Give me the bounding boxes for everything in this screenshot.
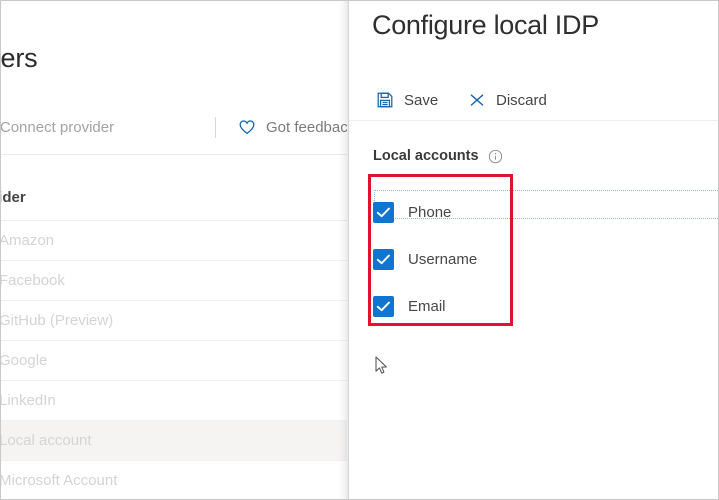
page-title: roviders <box>1 43 38 73</box>
checkbox-label: Username <box>408 251 478 268</box>
local-account-checkbox-row[interactable]: Username <box>373 236 653 283</box>
checkbox-label: Email <box>408 298 446 315</box>
background-command-bar: w OpenID Connect provider Got feedbac <box>1 112 347 155</box>
discard-label: Discard <box>496 91 547 109</box>
provider-list-item[interactable]: Google <box>1 341 347 381</box>
local-accounts-section-label: Local accounts <box>373 148 503 164</box>
local-account-checkbox-row[interactable]: Phone <box>373 189 653 236</box>
local-account-checkbox-row[interactable]: Email <box>373 283 653 330</box>
provider-name: Amazon <box>1 232 55 249</box>
provider-list-item[interactable]: Local account <box>1 421 347 461</box>
checkbox-checked-icon[interactable] <box>373 296 394 317</box>
provider-list: Amazon Facebook GitHub (Preview) Google Link… <box>1 221 347 499</box>
new-openid-connect-provider-button[interactable]: w OpenID Connect provider <box>1 119 114 136</box>
background-page: roviders w OpenID Connect provider Got f… <box>1 1 347 499</box>
provider-name: Facebook <box>1 272 65 289</box>
blade-command-bar: Save Discard <box>349 81 718 121</box>
provider-list-header: ity provider <box>1 189 26 206</box>
provider-name: Local account <box>1 432 92 449</box>
section-label-text: Local accounts <box>373 148 479 164</box>
discard-button[interactable]: Discard <box>463 84 551 116</box>
provider-list-item[interactable]: Amazon <box>1 221 347 261</box>
screenshot-root: roviders w OpenID Connect provider Got f… <box>0 0 719 500</box>
save-label: Save <box>404 91 439 109</box>
save-floppy-icon <box>375 90 395 110</box>
got-feedback-button[interactable]: Got feedbac <box>237 117 347 137</box>
provider-name: Google <box>1 352 48 369</box>
configure-local-idp-blade: Configure local IDP Save Discard Local a… <box>348 1 718 499</box>
command-bar-divider <box>215 117 216 138</box>
provider-list-item[interactable]: Facebook <box>1 261 347 301</box>
blade-title: Configure local IDP <box>372 10 599 40</box>
local-accounts-checkbox-list: Phone Username Email <box>373 189 653 330</box>
provider-name: Microsoft Account <box>1 472 118 489</box>
provider-list-item[interactable]: Microsoft Account <box>1 461 347 499</box>
info-circle-icon[interactable] <box>488 149 503 164</box>
provider-list-item[interactable]: LinkedIn <box>1 381 347 421</box>
provider-name: LinkedIn <box>1 392 56 409</box>
heart-icon <box>237 117 257 137</box>
checkbox-checked-icon[interactable] <box>373 249 394 270</box>
checkbox-checked-icon[interactable] <box>373 202 394 223</box>
save-button[interactable]: Save <box>371 84 442 116</box>
got-feedback-label: Got feedbac <box>266 118 347 136</box>
checkbox-label: Phone <box>408 204 452 221</box>
close-x-icon <box>467 90 487 110</box>
provider-list-item[interactable]: GitHub (Preview) <box>1 301 347 341</box>
provider-name: GitHub (Preview) <box>1 312 114 329</box>
